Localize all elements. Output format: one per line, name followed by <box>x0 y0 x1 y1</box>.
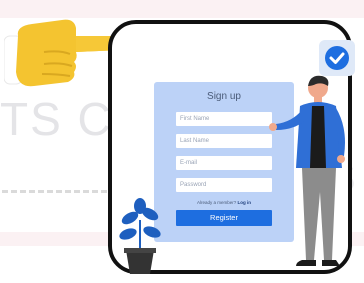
first-name-field[interactable]: First Name <box>176 112 272 126</box>
last-name-field[interactable]: Last Name <box>176 134 272 148</box>
email-field[interactable]: E-mail <box>176 156 272 170</box>
login-link[interactable]: Log in <box>238 200 252 205</box>
person-illustration <box>269 75 345 266</box>
check-badge-icon <box>319 40 355 76</box>
have-account-text: Already a member? <box>196 200 237 205</box>
register-button[interactable]: Register <box>176 210 272 226</box>
password-field[interactable]: Password <box>176 178 272 192</box>
plant-icon <box>119 198 161 274</box>
